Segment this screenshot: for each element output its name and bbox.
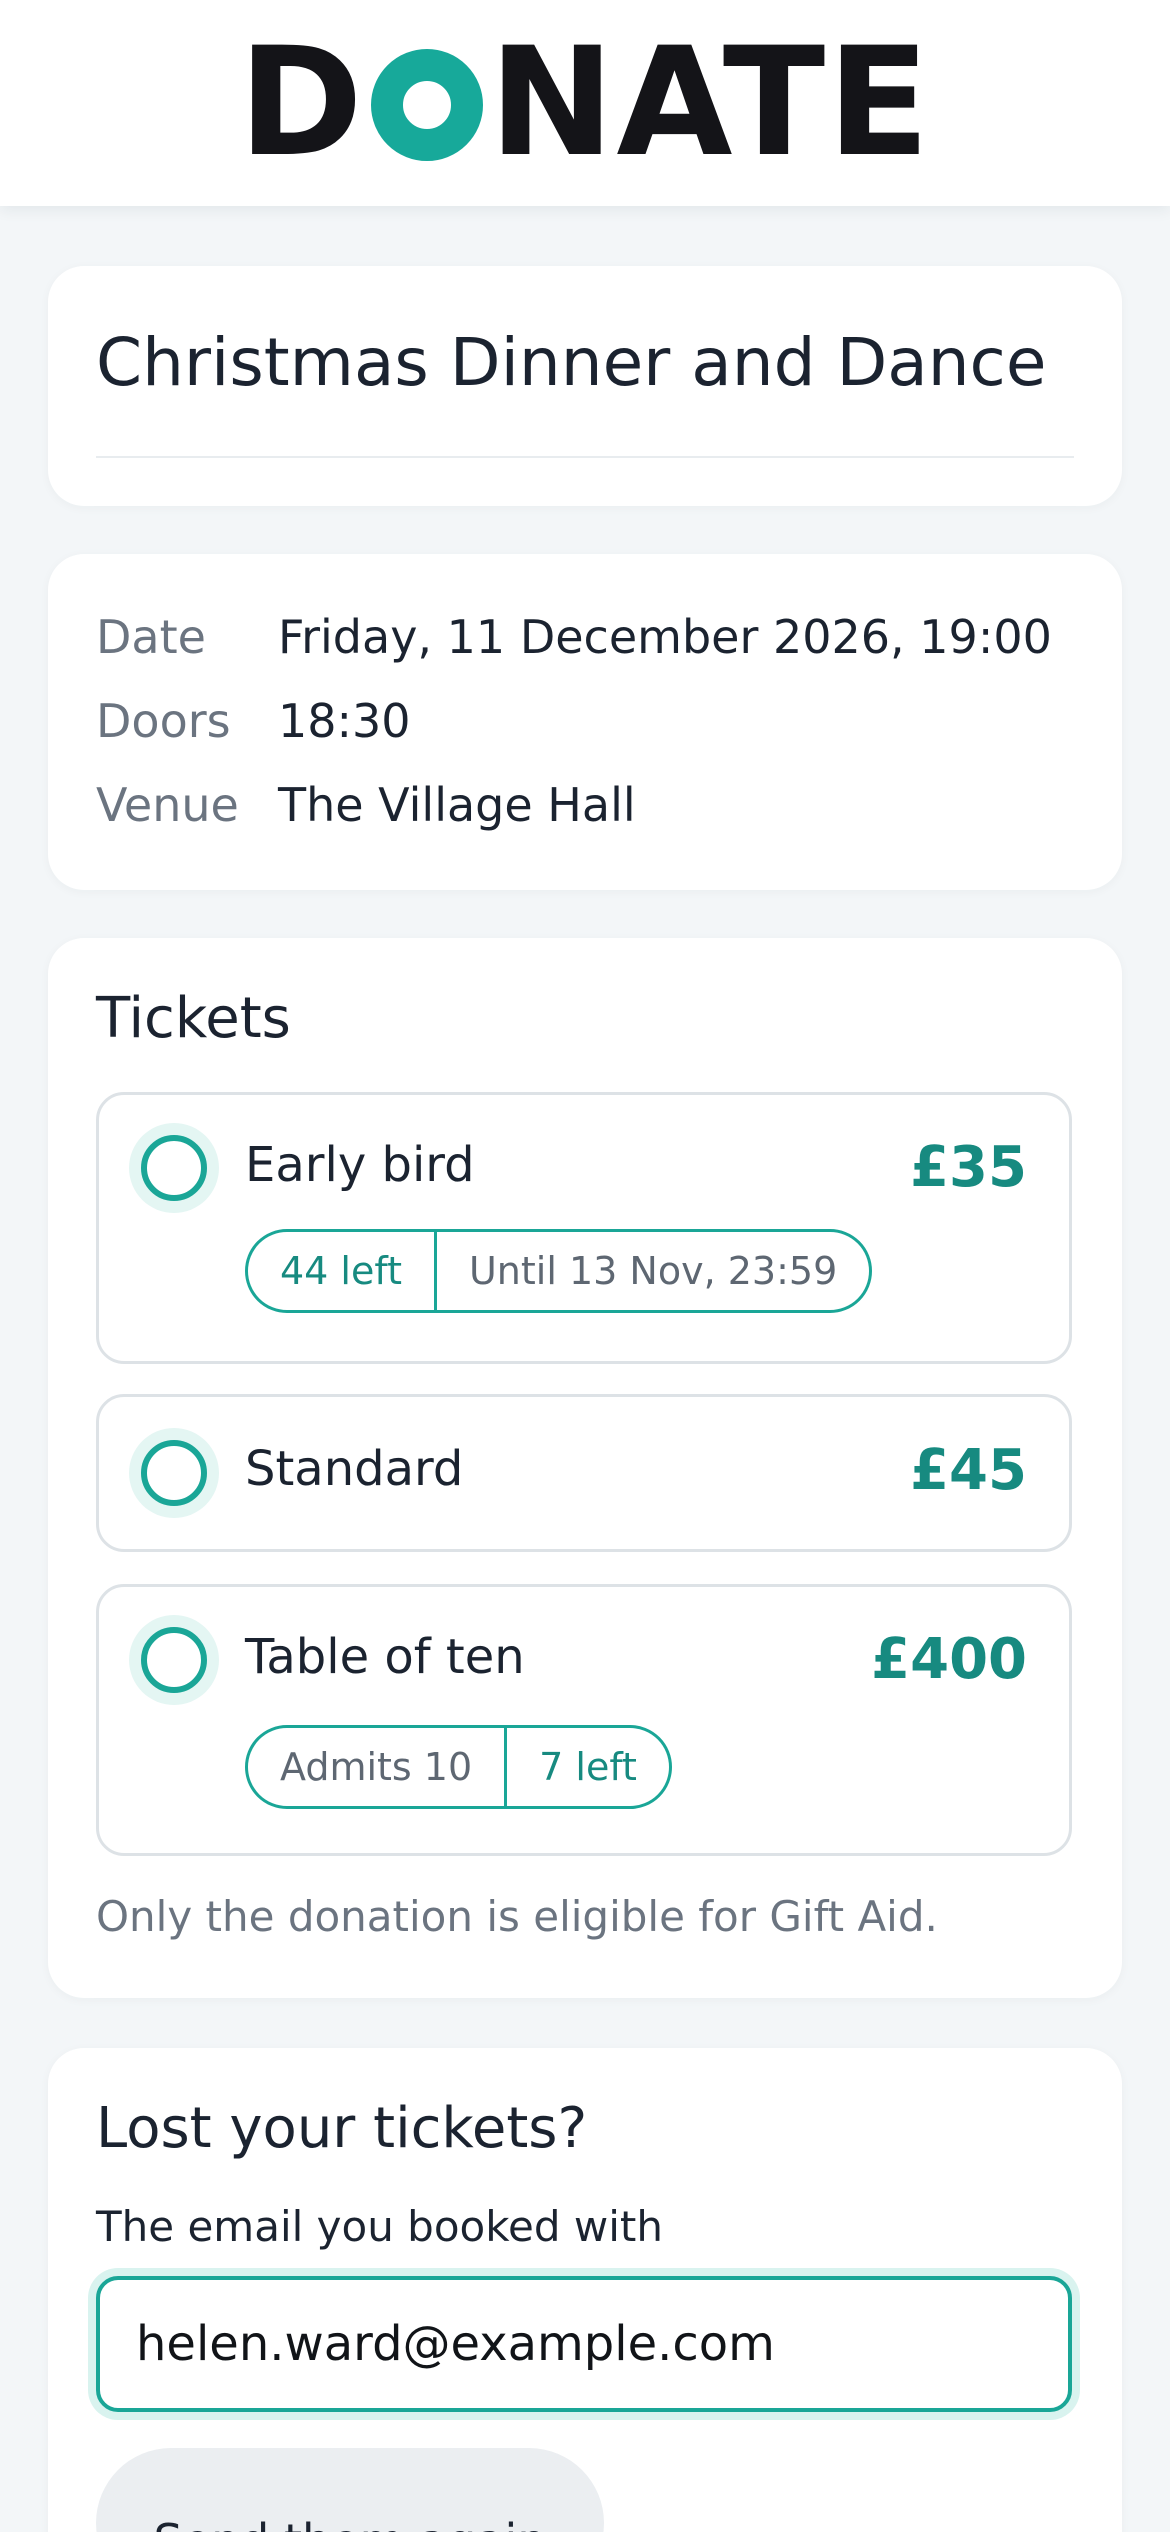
email-field[interactable]	[96, 2276, 1072, 2412]
logo-text-right: NATE	[488, 16, 932, 190]
event-title: Christmas Dinner and Dance	[96, 324, 1047, 401]
admits-badge: Admits 10	[280, 1745, 473, 1789]
detail-label: Date	[96, 610, 206, 664]
detail-value: The Village Hall	[278, 778, 636, 832]
gift-aid-note: Only the donation is eligible for Gift A…	[96, 1892, 938, 1941]
lost-tickets-card: Lost your tickets? The email you booked …	[48, 2048, 1122, 2532]
detail-value: 18:30	[278, 694, 411, 748]
ticket-name: Standard	[245, 1441, 464, 1497]
radio-button[interactable]	[129, 1428, 219, 1518]
remaining-badge: 44 left	[280, 1249, 402, 1293]
ticket-badges: Admits 10 7 left	[245, 1725, 672, 1809]
ticket-option-early-bird[interactable]: Early bird £35 44 left Until 13 Nov, 23:…	[96, 1092, 1072, 1364]
detail-label: Venue	[96, 778, 239, 832]
radio-ring	[141, 1135, 207, 1201]
event-title-card: Christmas Dinner and Dance	[48, 266, 1122, 506]
radio-ring	[141, 1440, 207, 1506]
tickets-heading: Tickets	[96, 986, 291, 1051]
ticket-name: Early bird	[245, 1137, 475, 1193]
donate-logo[interactable]: D NATE	[238, 28, 931, 178]
email-field-label: The email you booked with	[96, 2202, 663, 2251]
radio-ring	[141, 1627, 207, 1693]
deadline-badge: Until 13 Nov, 23:59	[433, 1232, 869, 1310]
logo-text-left: D	[238, 16, 365, 190]
tickets-card: Tickets Early bird £35 44 left Until 13 …	[48, 938, 1122, 1998]
ticket-option-table-of-ten[interactable]: Table of ten £400 Admits 10 7 left	[96, 1584, 1072, 1856]
detail-label: Doors	[96, 694, 231, 748]
remaining-badge: 7 left	[504, 1728, 669, 1806]
lost-tickets-heading: Lost your tickets?	[96, 2096, 588, 2161]
send-tickets-button[interactable]: Send them again	[96, 2448, 604, 2532]
radio-button[interactable]	[129, 1123, 219, 1213]
ticket-price: £35	[910, 1135, 1027, 1200]
site-header: D NATE	[0, 0, 1170, 206]
ticket-price: £45	[910, 1438, 1027, 1503]
ticket-badges: 44 left Until 13 Nov, 23:59	[245, 1229, 873, 1313]
ticket-option-standard[interactable]: Standard £45	[96, 1394, 1072, 1552]
detail-value: Friday, 11 December 2026, 19:00	[278, 610, 1052, 664]
logo-o-ring	[370, 49, 483, 161]
ticket-price: £400	[871, 1627, 1027, 1692]
ticket-name: Table of ten	[245, 1629, 525, 1685]
event-details-card: Date Friday, 11 December 2026, 19:00 Doo…	[48, 554, 1122, 890]
radio-button[interactable]	[129, 1615, 219, 1705]
title-divider	[96, 456, 1074, 458]
